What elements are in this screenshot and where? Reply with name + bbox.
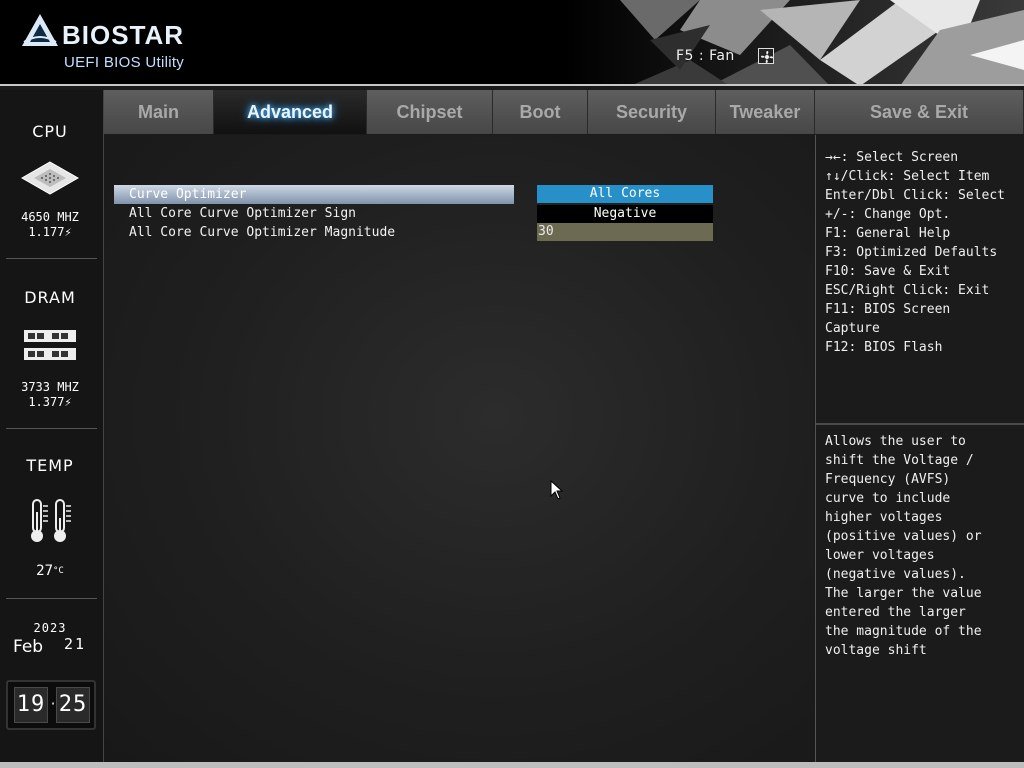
help-line: voltage shift [825, 643, 927, 658]
date-day: 21 [64, 635, 87, 653]
key-help-line: F3: Optimized Defaults [825, 245, 998, 260]
key-help-line: F1: General Help [825, 226, 951, 241]
dram-voltage: 1.377⚡ [28, 395, 72, 409]
cpu-frequency: 4650 MHZ [21, 210, 79, 224]
dram-title: DRAM [24, 288, 76, 307]
settings-panel: Curve Optimizer All Cores All Core Curve… [104, 135, 814, 762]
setting-curve-optimizer[interactable]: Curve Optimizer [114, 185, 514, 204]
tab-security[interactable]: Security [588, 90, 716, 134]
setting-curve-optimizer-sign[interactable]: All Core Curve Optimizer Sign [114, 204, 514, 223]
key-help-line: ESC/Right Click: Exit [825, 283, 990, 298]
temp-title: TEMP [26, 456, 74, 475]
fan-icon[interactable] [758, 48, 774, 64]
dram-frequency: 3733 MHZ [21, 380, 79, 394]
help-divider [816, 423, 1024, 425]
tab-tweaker[interactable]: Tweaker [716, 90, 815, 134]
tab-boot[interactable]: Boot [493, 90, 588, 134]
key-help-line: F12: BIOS Flash [825, 340, 943, 355]
digital-clock: 19 · 25 [6, 680, 96, 730]
key-help-line: F11: BIOS Screen [825, 302, 951, 317]
tab-bar: Main Advanced Chipset Boot Security Twea… [104, 90, 1024, 134]
sidebar-divider [6, 258, 97, 259]
cpu-title: CPU [32, 122, 68, 141]
memory-module-icon [24, 330, 76, 360]
clock-hours: 19 [14, 687, 48, 723]
curve-optimizer-value[interactable]: All Cores [537, 185, 713, 203]
key-help-line: ↑↓/Click: Select Item [825, 169, 990, 184]
voltage-bolt-icon: ⚡ [64, 395, 72, 409]
help-line: higher voltages [825, 510, 943, 525]
mouse-pointer-icon [550, 480, 564, 500]
date-month: Feb [13, 637, 44, 657]
help-line: The larger the value [825, 586, 982, 601]
key-help-list: →←: Select Screen ↑↓/Click: Select Item … [825, 148, 1024, 357]
date-year: 2023 [33, 621, 67, 635]
help-line: shift the Voltage / [825, 453, 974, 468]
help-line: lower voltages [825, 548, 935, 563]
fan-shortcut-hint[interactable]: F5 : Fan [676, 48, 735, 64]
cpu-voltage: 1.177⚡ [28, 225, 72, 239]
tab-save-exit[interactable]: Save & Exit [815, 90, 1024, 134]
bottom-border [0, 762, 1024, 768]
help-line: Frequency (AVFS) [825, 472, 951, 487]
clock-minutes: 25 [56, 687, 90, 723]
key-help-line: Enter/Dbl Click: Select [825, 188, 1006, 203]
tab-main[interactable]: Main [104, 90, 214, 134]
help-line: curve to include [825, 491, 951, 506]
tab-chipset[interactable]: Chipset [367, 90, 493, 134]
header-divider [0, 84, 1024, 86]
sidebar-divider [6, 598, 97, 599]
voltage-bolt-icon: ⚡ [64, 225, 72, 239]
curve-optimizer-sign-value[interactable]: Negative [537, 205, 713, 223]
key-help-line: →←: Select Screen [825, 150, 959, 165]
cpu-chip-icon [20, 161, 80, 195]
thermometer-icon [31, 499, 71, 542]
key-help-line: Capture [825, 321, 880, 336]
header-bar: BIOSTAR UEFI BIOS Utility F5 : Fan [0, 0, 1024, 86]
key-help-line: F10: Save & Exit [825, 264, 951, 279]
curve-optimizer-magnitude-field[interactable]: 30 [537, 223, 713, 241]
help-line: the magnitude of the [825, 624, 982, 639]
help-line: (positive values) or [825, 529, 982, 544]
tab-advanced[interactable]: Advanced [214, 90, 367, 134]
help-line: entered the larger [825, 605, 966, 620]
sidebar-divider [6, 428, 97, 429]
item-help-text: Allows the user to shift the Voltage / F… [825, 432, 1021, 660]
key-help-line: +/-: Change Opt. [825, 207, 951, 222]
biostar-logo-icon [22, 14, 58, 46]
help-line: Allows the user to [825, 434, 966, 449]
help-line: (negative values). [825, 567, 966, 582]
status-sidebar: CPU 4650 MHZ 1.177⚡ DRAM 3733 MHZ 1.377⚡… [0, 90, 104, 762]
help-panel: →←: Select Screen ↑↓/Click: Select Item … [815, 135, 1024, 762]
setting-curve-optimizer-magnitude[interactable]: All Core Curve Optimizer Magnitude [114, 223, 514, 242]
decorative-shards [620, 0, 1024, 86]
brand-name: BIOSTAR [62, 20, 185, 50]
temperature-value: 27°C [36, 563, 64, 579]
brand-subtitle: UEFI BIOS Utility [64, 54, 185, 71]
